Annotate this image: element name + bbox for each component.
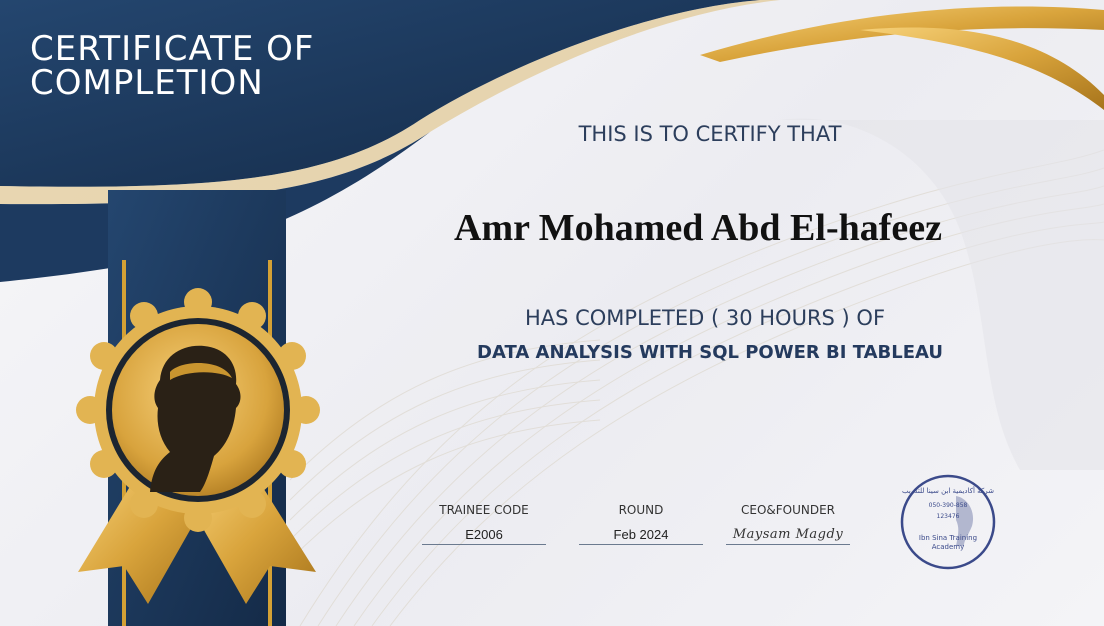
round-label: ROUND	[618, 503, 664, 517]
course-name: DATA ANALYSIS WITH SQL POWER BI TABLEAU	[477, 342, 943, 363]
trainee-code-value: E2006	[465, 527, 503, 542]
stamp-number: 123476	[936, 513, 960, 520]
certificate-title: CERTIFICATE OF COMPLETION	[30, 32, 315, 100]
founder-signature: Maysam Magdy	[732, 527, 844, 542]
round-underline	[579, 544, 703, 545]
completed-text: HAS COMPLETED ( 30 HOURS ) OF	[524, 306, 886, 330]
trainee-code-label: TRAINEE CODE	[439, 503, 529, 517]
trainee-code-field: TRAINEE CODE E2006	[422, 503, 546, 545]
trainee-code-underline	[422, 544, 546, 545]
founder-label: CEO&FOUNDER	[740, 503, 836, 517]
founder-field: CEO&FOUNDER Maysam Magdy	[726, 503, 850, 545]
title-line-2: COMPLETION	[30, 63, 264, 103]
round-value: Feb 2024	[613, 527, 669, 542]
certify-text: THIS IS TO CERTIFY THAT	[578, 122, 842, 146]
stamp-phone: 050-390-858	[928, 502, 968, 509]
stamp-english-line-2: Academy	[931, 543, 965, 551]
recipient-name: Amr Mohamed Abd El-hafeez	[454, 207, 942, 249]
stamp-english-line-1: Ibn Sina Training	[918, 534, 978, 542]
stamp-arabic-name: شركة أكاديمية ابن سينا للتدريب	[902, 487, 994, 495]
company-stamp: شركة أكاديمية ابن سينا للتدريب 050-390-8…	[898, 472, 998, 572]
founder-underline	[726, 544, 850, 545]
round-field: ROUND Feb 2024	[579, 503, 703, 545]
background-portrait-silhouette	[780, 118, 1104, 471]
gold-swoosh-right	[860, 27, 1104, 111]
certificate: CERTIFICATE OF COMPLETION THIS IS TO CER…	[0, 0, 1104, 626]
